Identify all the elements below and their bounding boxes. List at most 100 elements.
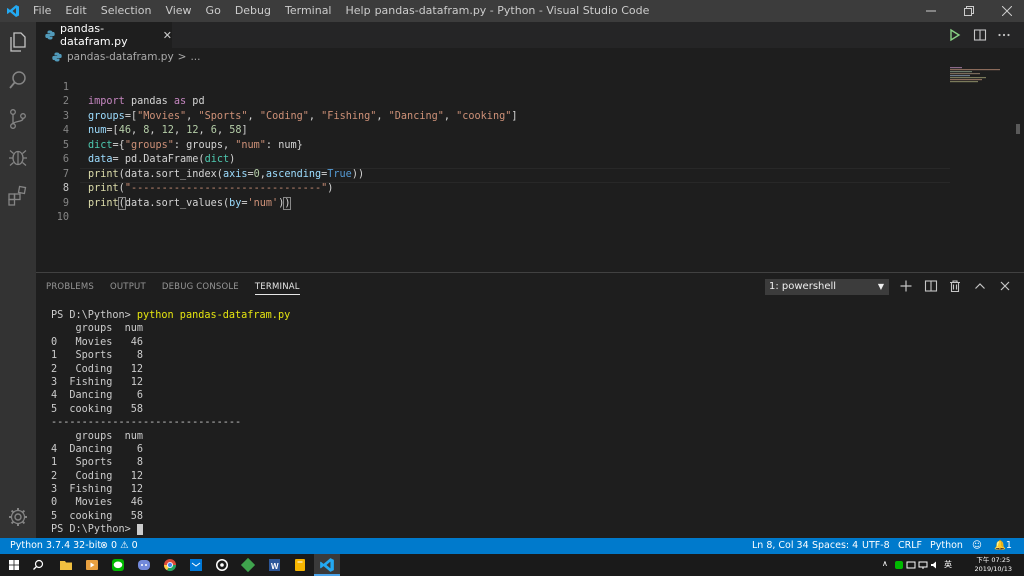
search-icon[interactable] — [7, 69, 29, 91]
tray-date: 2019/10/13 — [974, 565, 1012, 573]
bottom-panel: PROBLEMS OUTPUT DEBUG CONSOLE TERMINAL 1… — [36, 272, 1024, 538]
extensions-icon[interactable] — [7, 184, 29, 206]
tray-app-icon[interactable] — [894, 560, 904, 570]
terminal-command: python pandas-datafram.py — [136, 310, 291, 321]
close-window-button[interactable] — [990, 0, 1024, 22]
title-bar: File Edit Selection View Go Debug Termin… — [0, 0, 1024, 22]
panel-tab-problems[interactable]: PROBLEMS — [46, 273, 94, 301]
terminal-line: 2 Coding 12 — [51, 470, 144, 482]
tray-ime-indicator[interactable]: 英 — [944, 559, 952, 570]
code-text: num=[46, 8, 12, 12, 6, 58] — [88, 125, 248, 136]
breadcrumb-rest[interactable]: ... — [190, 51, 200, 63]
panel-tab-debug-console[interactable]: DEBUG CONSOLE — [162, 273, 239, 301]
tab-pandas-datafram[interactable]: pandas-datafram.py ✕ — [36, 22, 172, 48]
tray-chevron-up-icon[interactable]: ∧ — [882, 559, 888, 568]
code-text: import pandas as pd — [88, 96, 205, 107]
split-editor-icon[interactable] — [973, 28, 987, 42]
panel-tabs: PROBLEMS OUTPUT DEBUG CONSOLE TERMINAL — [46, 273, 316, 301]
discord-icon[interactable] — [136, 557, 152, 573]
file-explorer-icon[interactable] — [58, 557, 74, 573]
more-actions-icon[interactable] — [997, 28, 1011, 42]
windows-taskbar: W ∧ 英 下午 07:25 2019/10/13 — [0, 554, 1024, 576]
breadcrumb-file[interactable]: pandas-datafram.py — [67, 51, 174, 63]
code-editor[interactable]: 1 import pandas as pd 2 groups=["Movies"… — [36, 66, 1024, 272]
terminal-line: 1 Sports 8 — [51, 350, 144, 362]
activity-bar — [0, 22, 36, 538]
code-line: 1 import pandas as pd — [36, 66, 205, 108]
restore-icon — [964, 6, 974, 16]
terminal-line: 3 Fishing 12 — [51, 376, 144, 388]
panel-tab-output[interactable]: OUTPUT — [110, 273, 146, 301]
tray-clock[interactable]: 下午 07:25 2019/10/13 — [975, 556, 1012, 574]
minimap[interactable] — [950, 66, 1010, 86]
settings-gear-icon[interactable] — [7, 506, 29, 528]
notifications[interactable]: 🔔1 — [994, 538, 1012, 554]
terminal-prompt: PS D:\Python> — [51, 524, 131, 536]
source-control-icon[interactable] — [7, 108, 29, 130]
problems-count[interactable]: ⊗ 0 ⚠ 0 — [100, 538, 138, 554]
language-mode[interactable]: Python — [930, 538, 963, 554]
tab-label: pandas-datafram.py — [60, 22, 128, 48]
terminal-select[interactable]: 1: powershell ▼ — [765, 279, 889, 295]
python-interpreter[interactable]: Python 3.7.4 32-bit — [10, 538, 101, 554]
line-number: 10 — [56, 212, 69, 223]
encoding[interactable]: UTF-8 — [862, 538, 890, 554]
menu-file[interactable]: File — [26, 0, 58, 22]
editor-scrollbar-thumb[interactable] — [1016, 124, 1020, 134]
vscode-taskbar-button[interactable] — [314, 554, 340, 576]
notes-app-icon[interactable] — [292, 557, 308, 573]
error-count: 0 — [111, 540, 118, 551]
vscode-icon — [320, 558, 334, 572]
chevron-up-icon[interactable] — [973, 279, 987, 293]
panel-tab-terminal[interactable]: TERMINAL — [254, 273, 300, 295]
search-icon[interactable] — [30, 557, 46, 573]
explorer-icon[interactable] — [7, 31, 29, 53]
restore-button[interactable] — [952, 0, 986, 22]
run-icon[interactable] — [948, 28, 962, 42]
menu-edit[interactable]: Edit — [58, 0, 93, 22]
breadcrumb: pandas-datafram.py > ... — [36, 48, 200, 66]
terminal-line: 4 Dancing 6 — [51, 443, 144, 455]
word-icon[interactable]: W — [266, 557, 282, 573]
error-icon: ⊗ — [100, 540, 108, 551]
media-player-icon[interactable] — [84, 557, 100, 573]
cursor-position[interactable]: Ln 8, Col 34 — [752, 538, 809, 554]
code-line: 8 print(data.sort_values(by='num')) — [36, 168, 292, 210]
terminal-output[interactable]: PS D:\Python> python pandas-datafram.py … — [51, 309, 1011, 537]
tray-network-icon[interactable] — [906, 560, 916, 570]
git-app-icon[interactable] — [240, 557, 256, 573]
line-ending[interactable]: CRLF — [898, 538, 922, 554]
menu-view[interactable]: View — [158, 0, 198, 22]
terminal-line: 5 cooking 58 — [51, 403, 144, 415]
warning-icon: ⚠ — [120, 540, 129, 551]
code-text: data= pd.DataFrame(dict) — [88, 154, 236, 165]
trash-icon[interactable] — [948, 279, 962, 293]
chrome-icon[interactable] — [162, 557, 178, 573]
minimize-button[interactable] — [914, 0, 948, 22]
tray-volume-icon[interactable] — [930, 560, 940, 570]
feedback-smiley-icon[interactable]: ☺ — [972, 538, 982, 554]
split-terminal-icon[interactable] — [924, 279, 938, 293]
debug-icon[interactable] — [7, 146, 29, 168]
terminal-line: 2 Coding 12 — [51, 363, 144, 375]
code-text: dict={"groups": groups, "num": num} — [88, 139, 303, 151]
tray-display-icon[interactable] — [918, 560, 928, 570]
tab-close-icon[interactable]: ✕ — [163, 29, 172, 42]
indentation[interactable]: Spaces: 4 — [812, 538, 858, 554]
menu-help[interactable]: Help — [339, 0, 378, 22]
new-terminal-icon[interactable] — [899, 279, 913, 293]
code-text: print(data.sort_values(by='num')) — [88, 196, 292, 210]
mail-app-icon[interactable] — [188, 557, 204, 573]
menu-terminal[interactable]: Terminal — [278, 0, 339, 22]
warning-count: 0 — [131, 540, 138, 551]
menu-go[interactable]: Go — [199, 0, 228, 22]
code-line: 5 data= pd.DataFrame(dict) — [36, 124, 235, 166]
svg-text:W: W — [271, 562, 279, 571]
obs-icon[interactable] — [214, 557, 230, 573]
line-app-icon[interactable] — [110, 557, 126, 573]
terminal-line: 3 Fishing 12 — [51, 484, 144, 496]
menu-debug[interactable]: Debug — [228, 0, 278, 22]
close-panel-icon[interactable] — [998, 279, 1012, 293]
windows-start-icon[interactable] — [6, 557, 22, 573]
menu-selection[interactable]: Selection — [94, 0, 159, 22]
